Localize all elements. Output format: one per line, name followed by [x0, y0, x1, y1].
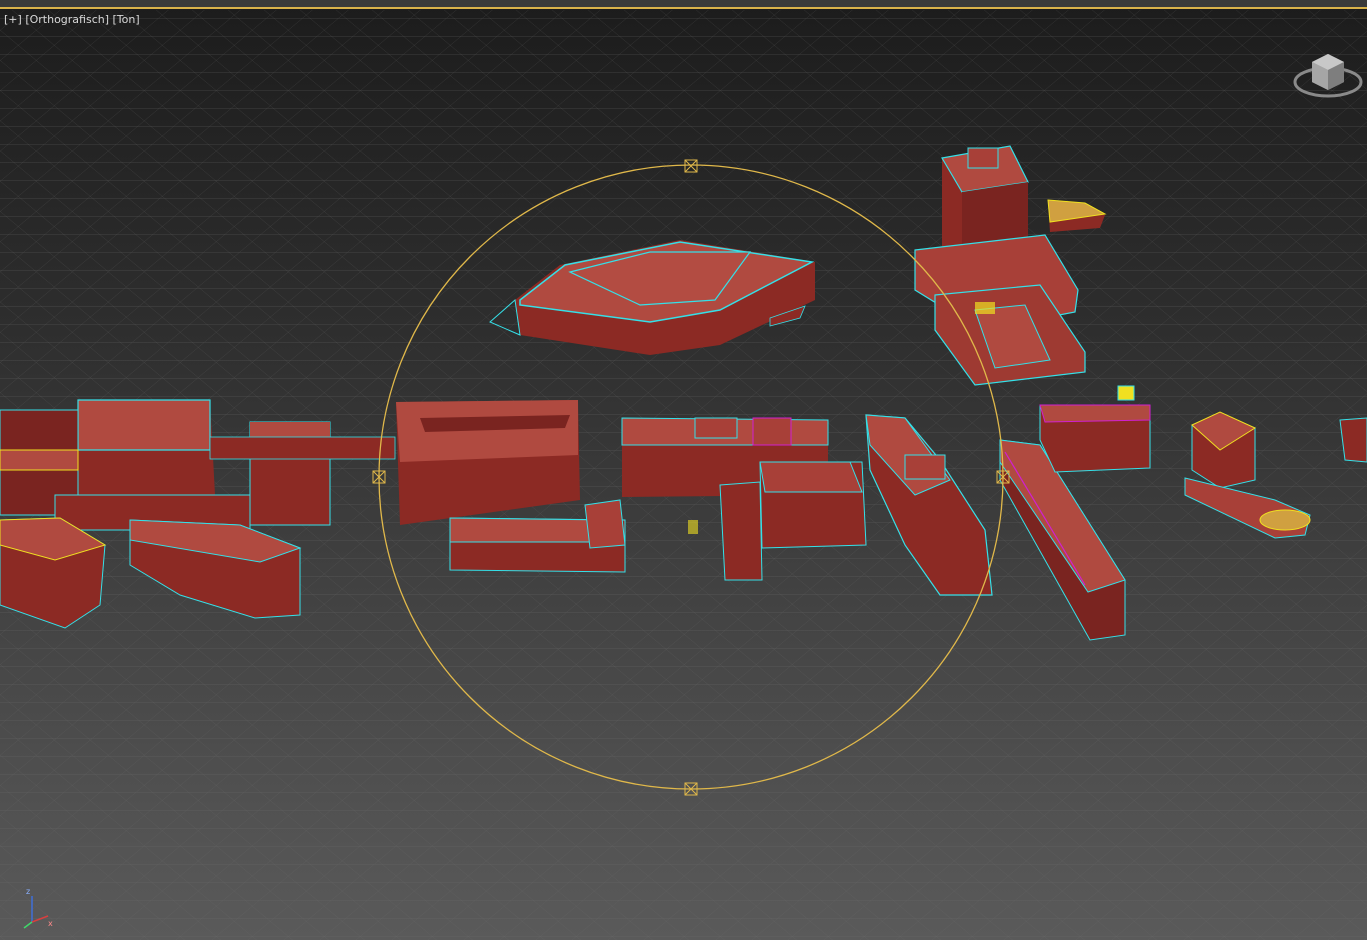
axis-z-label: z: [26, 887, 30, 896]
viewcube-icon[interactable]: [1290, 40, 1366, 104]
viewport-menu-plus[interactable]: [+]: [4, 13, 22, 26]
viewport-label: [+] [Orthografisch] [Ton]: [4, 13, 140, 26]
scene-canvas[interactable]: [0, 0, 1367, 940]
viewport-perspective[interactable]: [+] [Orthografisch] [Ton] z x: [0, 0, 1367, 940]
axis-x-label: x: [48, 919, 53, 928]
viewport-menu-shading[interactable]: [Ton]: [113, 13, 140, 26]
viewport-menu-view[interactable]: [Orthografisch]: [25, 13, 109, 26]
axis-tripod-icon: z x: [23, 887, 53, 929]
